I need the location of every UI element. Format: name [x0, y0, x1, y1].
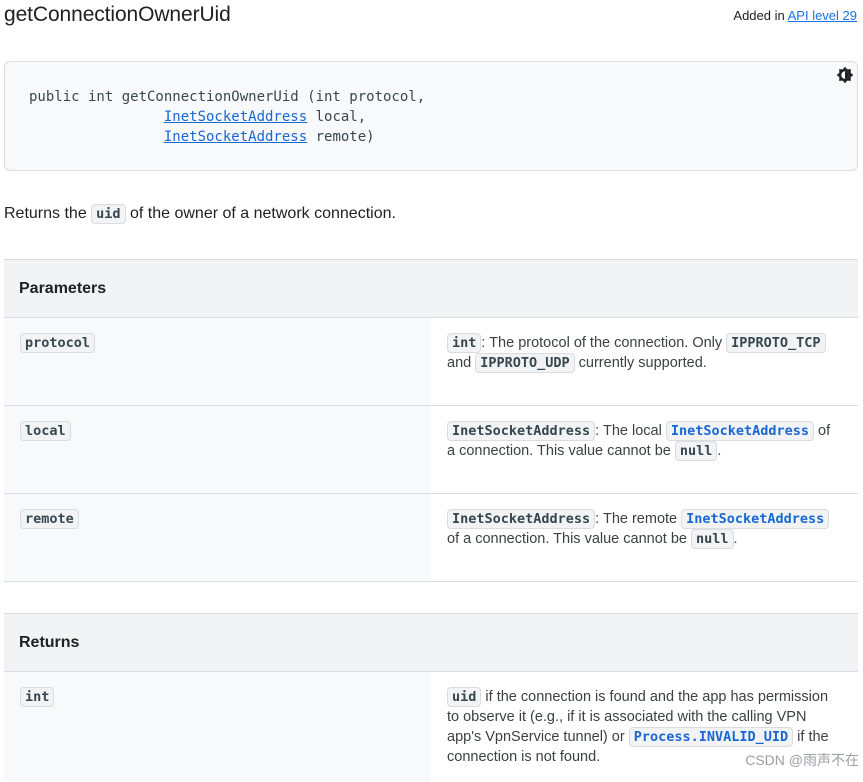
param-name: remote	[20, 509, 79, 529]
signature-param-remote: remote)	[307, 129, 375, 145]
table-row: local InetSocketAddress: The local InetS…	[4, 405, 858, 494]
param-name: local	[20, 421, 71, 441]
parameters-header: Parameters	[4, 259, 858, 318]
signature-indent	[29, 129, 164, 145]
param-text: and	[447, 355, 476, 371]
returns-table: Returns int uid if the connection is fou…	[4, 613, 858, 782]
method-signature: public int getConnectionOwnerUid (int pr…	[29, 87, 425, 147]
returns-header: Returns	[4, 613, 858, 672]
inetsocketaddress-link-remote[interactable]: InetSocketAddress	[164, 129, 307, 145]
param-type: int	[447, 333, 482, 353]
description-text: Returns the	[4, 205, 92, 222]
param-text: : The remote	[595, 511, 682, 527]
api-level-note: Added in API level 29	[733, 8, 857, 24]
invalid-uid-link[interactable]: Process.INVALID_UID	[628, 727, 794, 747]
signature-code-block: public int getConnectionOwnerUid (int pr…	[4, 61, 858, 171]
param-type: InetSocketAddress	[447, 509, 596, 529]
ipproto-tcp-code: IPPROTO_TCP	[726, 333, 826, 353]
param-text: : The local	[595, 423, 666, 439]
param-description: int: The protocol of the connection. Onl…	[431, 317, 858, 406]
signature-param-local: local,	[307, 109, 367, 125]
table-row: int uid if the connection is found and t…	[4, 671, 858, 782]
brightness-toggle-icon[interactable]	[836, 66, 854, 84]
watermark: CSDN @雨声不在	[745, 752, 859, 768]
table-row: protocol int: The protocol of the connec…	[4, 317, 858, 406]
param-description: InetSocketAddress: The local InetSocketA…	[431, 405, 858, 494]
null-code: null	[690, 529, 734, 549]
param-type: InetSocketAddress	[447, 421, 596, 441]
signature-indent	[29, 109, 164, 125]
added-prefix: Added in	[733, 8, 788, 23]
method-description: Returns the uid of the owner of a networ…	[4, 203, 396, 225]
inetsocketaddress-link[interactable]: InetSocketAddress	[665, 421, 815, 441]
param-text: of a connection. This value cannot be	[447, 531, 691, 547]
parameters-table: Parameters protocol int: The protocol of…	[4, 259, 858, 582]
inetsocketaddress-link[interactable]: InetSocketAddress	[681, 509, 830, 529]
inetsocketaddress-link-local[interactable]: InetSocketAddress	[164, 109, 307, 125]
ipproto-udp-code: IPPROTO_UDP	[475, 353, 575, 373]
table-row: remote InetSocketAddress: The remote Ine…	[4, 493, 858, 582]
param-text: currently supported.	[574, 355, 707, 371]
api-level-link[interactable]: API level 29	[788, 8, 857, 23]
signature-line-1: public int getConnectionOwnerUid (int pr…	[29, 89, 426, 105]
uid-code: uid	[91, 204, 126, 224]
param-text: .	[733, 531, 738, 547]
null-code: null	[674, 441, 718, 461]
method-title: getConnectionOwnerUid	[4, 3, 231, 26]
description-text: of the owner of a network connection.	[125, 205, 396, 222]
uid-code: uid	[447, 687, 482, 707]
param-text: .	[717, 443, 722, 459]
param-description: InetSocketAddress: The remote InetSocket…	[431, 493, 858, 582]
param-name: protocol	[20, 333, 96, 353]
param-text: : The protocol of the connection. Only	[481, 335, 727, 351]
return-type: int	[20, 687, 55, 707]
